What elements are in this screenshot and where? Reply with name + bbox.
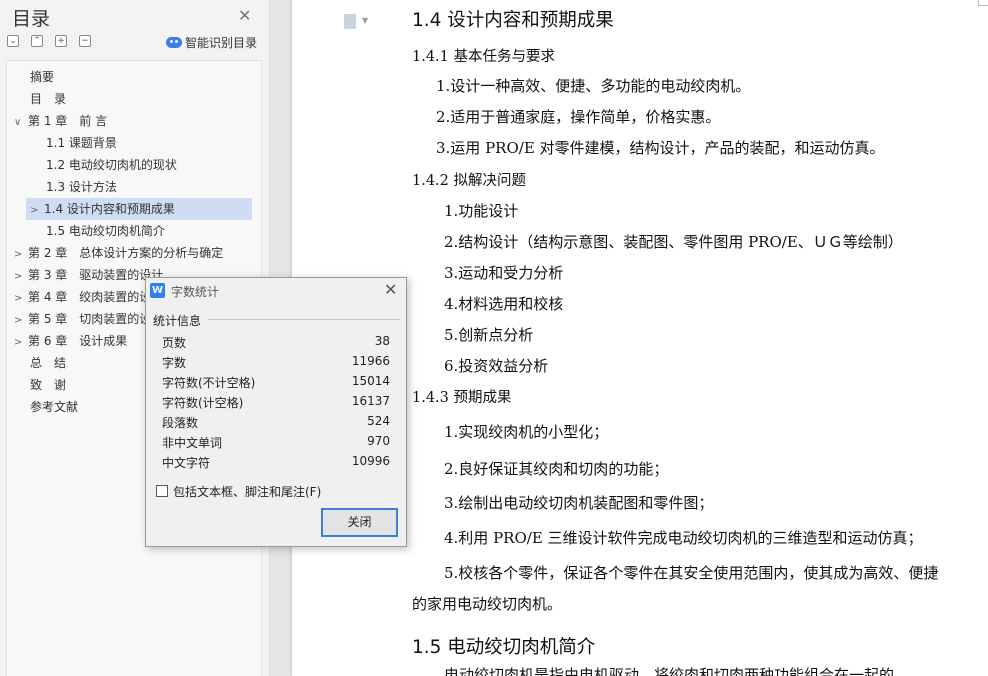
chevron-right-icon[interactable]: > (14, 266, 28, 288)
toc-item-references[interactable]: 参考文献 (30, 396, 78, 418)
stat-value: 524 (367, 414, 390, 428)
toc-item-chapter-1[interactable]: ∨ 第 1 章 前 言 (14, 110, 107, 132)
include-textbox-checkbox[interactable] (156, 485, 168, 497)
stat-value: 16137 (351, 394, 390, 408)
document-icon[interactable] (344, 14, 356, 29)
stats-group-label: 统计信息 (153, 314, 202, 328)
doc-paragraph: 的家用电动绞切肉机。 (412, 595, 563, 613)
word-count-dialog: W 字数统计 ✕ 统计信息 页数 38 字数 11966 字符数(不计空格) 1… (145, 277, 407, 547)
doc-paragraph: 4.材料选用和校核 (444, 295, 564, 313)
toc-item-thanks[interactable]: 致 谢 (30, 374, 66, 396)
robot-icon (166, 37, 182, 48)
heading-1-4-3: 1.4.3 预期成果 (412, 390, 512, 406)
remove-heading-icon[interactable]: − (79, 35, 91, 47)
add-heading-icon[interactable]: + (55, 35, 67, 47)
expand-icon[interactable]: ⌃ (31, 35, 43, 47)
chevron-right-icon[interactable]: > (14, 288, 28, 310)
toc-title: 目录 (12, 8, 51, 30)
doc-paragraph: 3.运动和受力分析 (444, 264, 564, 282)
stat-value: 970 (367, 434, 390, 448)
stat-label: 非中文单词 (162, 436, 223, 450)
close-button[interactable]: 关闭 (321, 508, 398, 537)
chevron-right-icon[interactable]: > (30, 200, 44, 222)
doc-paragraph: 5.校核各个零件，保证各个零件在其安全使用范围内，使其成为高效、便捷 (444, 564, 939, 582)
toc-item-1-5[interactable]: 1.5 电动绞切肉机简介 (46, 220, 165, 242)
toc-item-chapter-5[interactable]: > 第 5 章 切肉装置的设 (14, 308, 151, 330)
smart-toc-label: 智能识别目录 (185, 36, 258, 50)
dialog-title: 字数统计 (171, 285, 220, 299)
doc-paragraph: 1.功能设计 (444, 202, 519, 220)
doc-paragraph: 3.运用 PRO/E 对零件建模，结构设计，产品的装配，和运动仿真。 (436, 139, 885, 157)
heading-1-4-1: 1.4.1 基本任务与要求 (412, 49, 556, 65)
doc-paragraph: 5.创新点分析 (444, 326, 534, 344)
stat-label: 字数 (162, 356, 187, 370)
close-icon[interactable]: ✕ (238, 6, 251, 25)
toc-item-1-4-selected[interactable]: >1.4 设计内容和预期成果 (26, 198, 252, 220)
toc-item-chapter-2[interactable]: > 第 2 章 总体设计方案的分析与确定 (14, 242, 223, 264)
toc-item-1-1[interactable]: 1.1 课题背景 (46, 132, 117, 154)
stat-value: 11966 (351, 354, 390, 368)
wps-logo-icon: W (150, 283, 165, 298)
doc-paragraph: 2.良好保证其绞肉和切肉的功能； (444, 460, 669, 478)
toc-item-summary[interactable]: 总 结 (30, 352, 66, 374)
caret-down-icon[interactable]: ▼ (362, 16, 368, 25)
doc-paragraph: 1.实现绞肉机的小型化； (444, 423, 609, 441)
heading-1-4: 1.4 设计内容和预期成果 (412, 10, 614, 31)
stat-value: 38 (374, 334, 390, 348)
checkbox-label[interactable]: 包括文本框、脚注和尾注(F) (173, 483, 321, 500)
chevron-right-icon[interactable]: > (14, 332, 28, 354)
toc-item-abstract[interactable]: 摘要 (30, 66, 54, 88)
chevron-right-icon[interactable]: > (14, 310, 28, 332)
smart-toc-button[interactable]: 智能识别目录 (166, 34, 257, 51)
doc-paragraph: 6.投资效益分析 (444, 357, 549, 375)
toc-item-chapter-4[interactable]: > 第 4 章 绞肉装置的设 (14, 286, 151, 308)
doc-paragraph: 1.设计一种高效、便捷、多功能的电动绞肉机。 (436, 77, 751, 95)
stat-label: 中文字符 (162, 456, 211, 470)
chevron-right-icon[interactable]: > (14, 244, 28, 266)
chevron-down-icon[interactable]: ∨ (14, 112, 28, 134)
stat-label: 字符数(不计空格) (162, 376, 256, 390)
stat-value: 15014 (351, 374, 390, 388)
toc-item-1-3[interactable]: 1.3 设计方法 (46, 176, 117, 198)
toc-item-chapter-6[interactable]: > 第 6 章 设计成果 (14, 330, 127, 352)
stat-label: 字符数(计空格) (162, 396, 244, 410)
toc-item-chapter-3[interactable]: > 第 3 章 驱动装置的设计 (14, 264, 163, 286)
doc-paragraph: 电动绞切肉机是指由电机驱动，将绞肉和切肉两种功能组合在一起的 (444, 666, 895, 676)
heading-1-4-2: 1.4.2 拟解决问题 (412, 173, 527, 189)
doc-paragraph: 2.适用于普通家庭，操作简单，价格实惠。 (436, 108, 721, 126)
collapse-all-icon[interactable]: ⌄ (7, 35, 19, 47)
doc-paragraph: 4.利用 PRO/E 三维设计软件完成电动绞切肉机的三维造型和运动仿真； (444, 529, 923, 547)
doc-paragraph: 3.绘制出电动绞切肉机装配图和零件图； (444, 494, 714, 512)
stat-value: 10996 (351, 454, 390, 468)
group-divider (208, 319, 400, 320)
stat-label: 段落数 (162, 416, 199, 430)
stat-label: 页数 (162, 336, 187, 350)
close-icon[interactable]: ✕ (384, 280, 397, 299)
toc-item-contents[interactable]: 目 录 (30, 88, 66, 110)
page-corner-mark (978, 0, 988, 6)
toc-item-1-2[interactable]: 1.2 电动绞切肉机的现状 (46, 154, 177, 176)
doc-paragraph: 2.结构设计（结构示意图、装配图、零件图用 PRO/E、ＵＧ等绘制） (444, 233, 903, 251)
heading-1-5: 1.5 电动绞切肉机简介 (412, 637, 596, 658)
